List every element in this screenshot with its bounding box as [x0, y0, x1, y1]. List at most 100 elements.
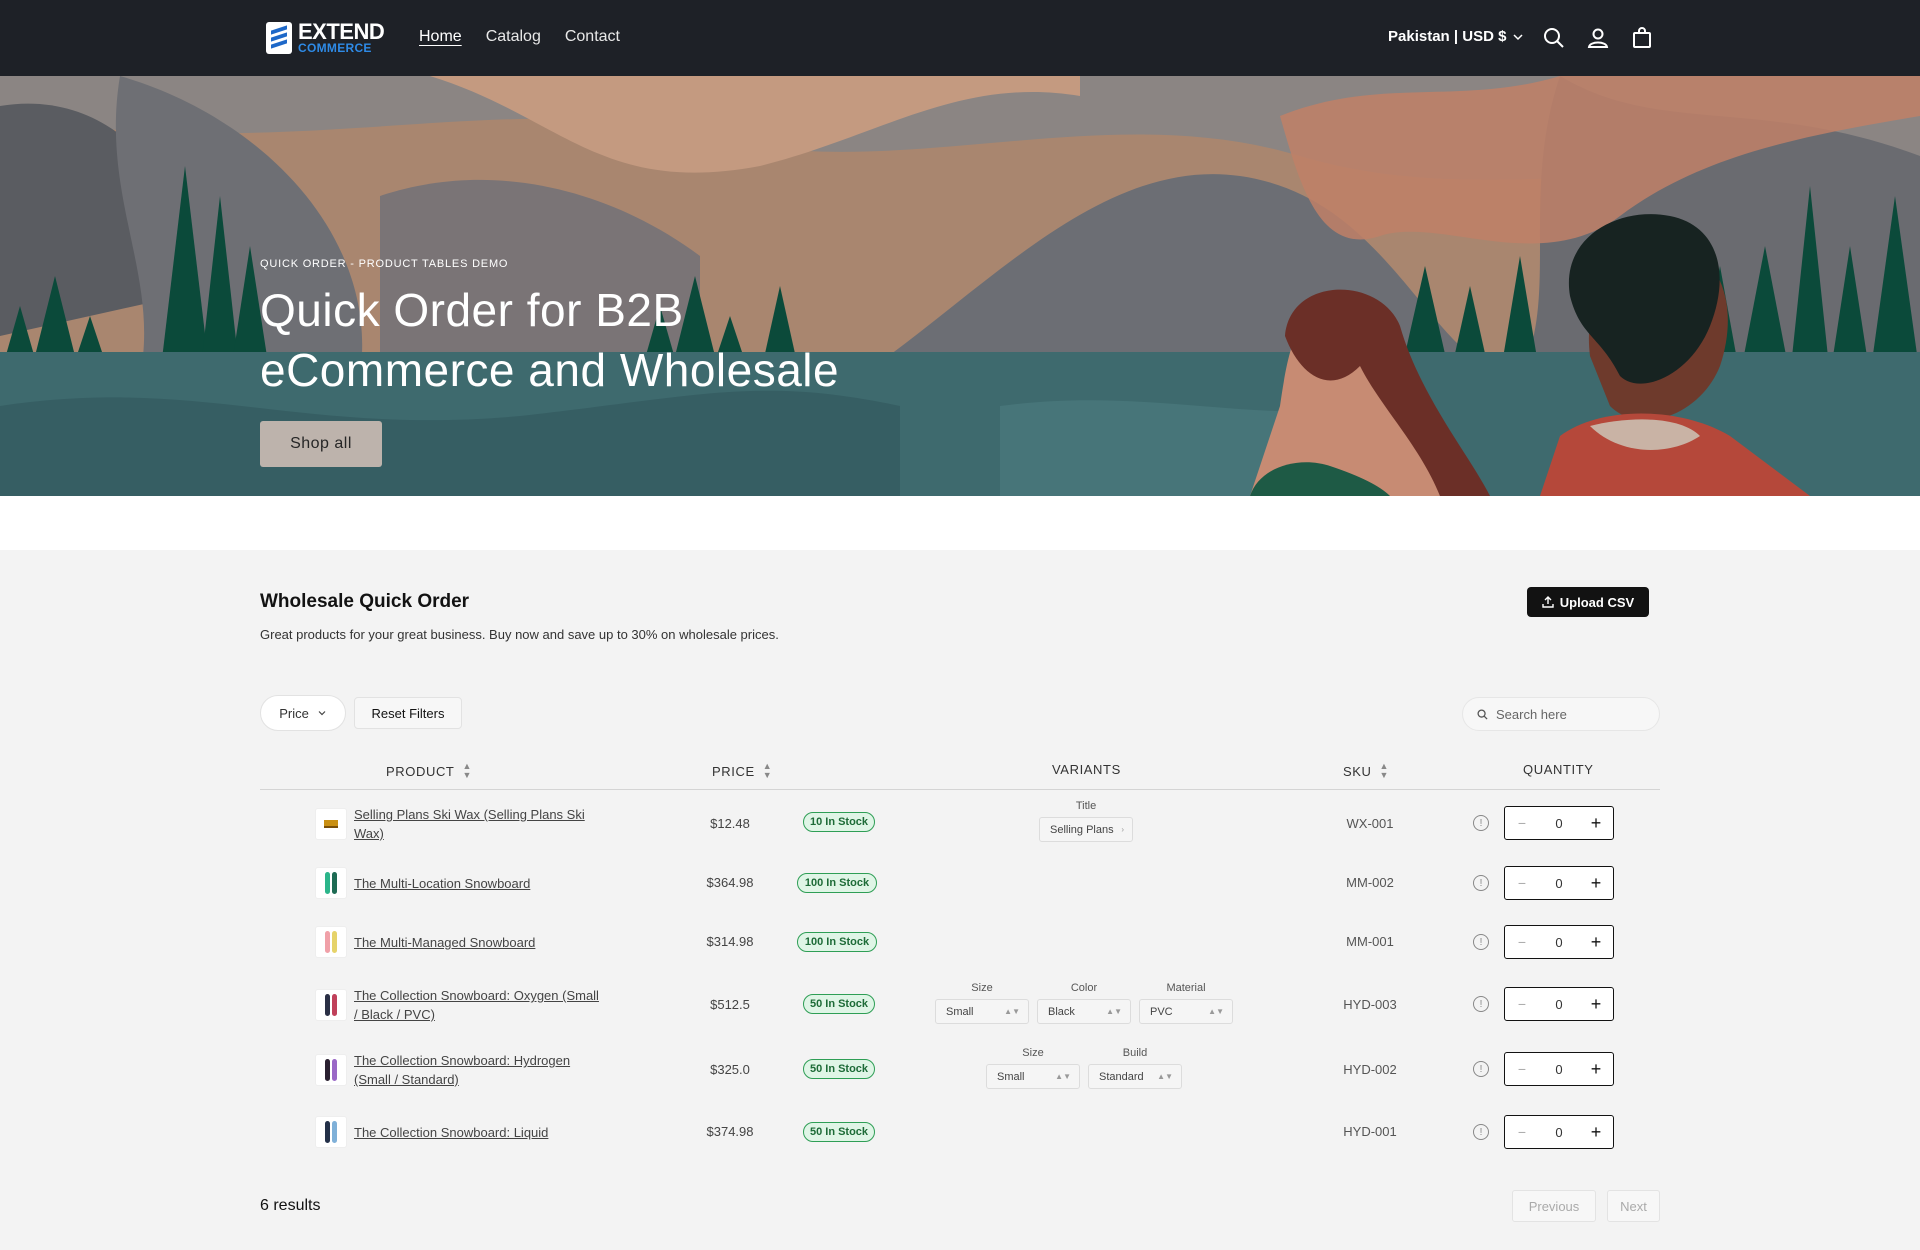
variant-select[interactable]: Small ▲▼	[986, 1064, 1080, 1089]
hero-title-line2: eCommerce and Wholesale	[260, 344, 840, 396]
table-row: The Collection Snowboard: Hydrogen (Smal…	[260, 1045, 1660, 1095]
next-page-button[interactable]: Next	[1607, 1190, 1660, 1222]
product-price: $325.0	[710, 1062, 750, 1077]
increment-button[interactable]: +	[1589, 1059, 1603, 1080]
quantity-stepper: − 0 +	[1504, 1115, 1614, 1149]
column-product[interactable]: PRODUCT ▲ ▼	[386, 762, 472, 780]
nav-home[interactable]: Home	[419, 28, 462, 46]
chevron-down-icon	[318, 711, 326, 716]
variant-value: Standard	[1099, 1070, 1144, 1083]
increment-button[interactable]: +	[1589, 873, 1603, 894]
sort-icon: ▲ ▼	[1379, 761, 1390, 780]
shop-all-button[interactable]: Shop all	[260, 421, 382, 467]
info-icon[interactable]: !	[1473, 1124, 1489, 1140]
variant-material: Material PVC ▲▼	[1139, 982, 1233, 1024]
hero-banner: QUICK ORDER - PRODUCT TABLES DEMO Quick …	[0, 76, 1920, 496]
variant-size: Size Small ▲▼	[986, 1047, 1080, 1089]
variant-select[interactable]: PVC ▲▼	[1139, 999, 1233, 1024]
variant-select[interactable]: Black ▲▼	[1037, 999, 1131, 1024]
decrement-button[interactable]: −	[1515, 1061, 1529, 1077]
chevron-icon: ▲▼	[1004, 1007, 1020, 1016]
price-filter-dropdown[interactable]: Price	[260, 695, 346, 731]
variant-title: Title Selling Plans ›	[1039, 800, 1133, 842]
product-sku: HYD-002	[1343, 1062, 1397, 1077]
stock-badge: 10 In Stock	[803, 812, 875, 832]
column-quantity-label: QUANTITY	[1523, 762, 1594, 777]
product-thumbnail	[315, 989, 347, 1021]
variant-select[interactable]: Standard ▲▼	[1088, 1064, 1182, 1089]
quantity-value[interactable]: 0	[1555, 935, 1562, 950]
decrement-button[interactable]: −	[1515, 934, 1529, 950]
quantity-value[interactable]: 0	[1555, 997, 1562, 1012]
column-price[interactable]: PRICE ▲ ▼	[712, 762, 772, 780]
upload-csv-label: Upload CSV	[1559, 594, 1635, 610]
column-sku[interactable]: SKU ▲ ▼	[1343, 762, 1389, 780]
product-link[interactable]: The Multi-Location Snowboard	[354, 874, 604, 893]
hero-title-line1: Quick Order for B2B	[260, 284, 684, 336]
nav-contact[interactable]: Contact	[565, 28, 620, 46]
variant-value: Selling Plans	[1050, 823, 1114, 836]
info-icon[interactable]: !	[1473, 1061, 1489, 1077]
increment-button[interactable]: +	[1589, 1122, 1603, 1143]
info-icon[interactable]: !	[1473, 934, 1489, 950]
quantity-value[interactable]: 0	[1555, 1062, 1562, 1077]
variant-select[interactable]: Selling Plans ›	[1039, 817, 1133, 842]
decrement-button[interactable]: −	[1515, 996, 1529, 1012]
product-price: $12.48	[710, 816, 750, 831]
variant-label: Build	[1122, 1047, 1148, 1059]
search-input[interactable]	[1496, 706, 1646, 722]
product-link[interactable]: Selling Plans Ski Wax (Selling Plans Ski…	[354, 805, 604, 843]
stock-badge: 50 In Stock	[803, 1059, 875, 1079]
decrement-button[interactable]: −	[1515, 875, 1529, 891]
stock-badge: 50 In Stock	[803, 994, 875, 1014]
table-header: PRODUCT ▲ ▼ PRICE ▲ ▼ VARIANTS SKU ▲ ▼ QUANTIT…	[260, 756, 1660, 790]
column-sku-label: SKU	[1343, 763, 1372, 779]
price-filter-label: Price	[279, 705, 309, 721]
variant-color: Color Black ▲▼	[1037, 982, 1131, 1024]
info-icon[interactable]: !	[1473, 875, 1489, 891]
variant-value: Small	[997, 1070, 1025, 1083]
quantity-stepper: − 0 +	[1504, 806, 1614, 840]
logo[interactable]: EXTEND COMMERCE	[266, 21, 385, 54]
nav-catalog[interactable]: Catalog	[486, 28, 541, 46]
upload-icon	[1542, 596, 1554, 608]
product-link[interactable]: The Collection Snowboard: Liquid	[354, 1123, 604, 1142]
column-variants-label: VARIANTS	[1052, 762, 1121, 777]
product-thumbnail	[315, 808, 347, 840]
quantity-stepper: − 0 +	[1504, 987, 1614, 1021]
increment-button[interactable]: +	[1589, 994, 1603, 1015]
previous-page-button[interactable]: Previous	[1512, 1190, 1596, 1222]
product-thumbnail	[315, 867, 347, 899]
section-subtitle: Great products for your great business. …	[260, 627, 779, 642]
cart-icon[interactable]	[1630, 26, 1654, 50]
product-thumbnail	[315, 1054, 347, 1086]
account-icon[interactable]	[1586, 26, 1610, 50]
product-link[interactable]: The Collection Snowboard: Hydrogen (Smal…	[354, 1051, 604, 1089]
increment-button[interactable]: +	[1589, 932, 1603, 953]
divider-strip	[0, 496, 1920, 550]
variant-select[interactable]: Small ▲▼	[935, 999, 1029, 1024]
product-link[interactable]: The Multi-Managed Snowboard	[354, 933, 604, 952]
info-icon[interactable]: !	[1473, 815, 1489, 831]
upload-csv-button[interactable]: Upload CSV	[1527, 587, 1649, 617]
product-link[interactable]: The Collection Snowboard: Oxygen (Small …	[354, 986, 604, 1024]
quantity-stepper: − 0 +	[1504, 1052, 1614, 1086]
decrement-button[interactable]: −	[1515, 815, 1529, 831]
info-icon[interactable]: !	[1473, 996, 1489, 1012]
search-icon[interactable]	[1542, 26, 1566, 50]
country-currency-selector[interactable]: Pakistan | USD $	[1388, 28, 1524, 45]
increment-button[interactable]: +	[1589, 813, 1603, 834]
decrement-button[interactable]: −	[1515, 1124, 1529, 1140]
hero-title: Quick Order for B2B eCommerce and Wholes…	[260, 280, 960, 400]
stock-badge: 50 In Stock	[803, 1122, 875, 1142]
reset-filters-button[interactable]: Reset Filters	[354, 697, 462, 729]
quantity-value[interactable]: 0	[1555, 1125, 1562, 1140]
product-sku: MM-002	[1346, 875, 1394, 890]
variant-value: Black	[1048, 1005, 1075, 1018]
quantity-value[interactable]: 0	[1555, 876, 1562, 891]
quantity-stepper: − 0 +	[1504, 866, 1614, 900]
stock-badge: 100 In Stock	[797, 932, 877, 952]
quantity-value[interactable]: 0	[1555, 816, 1562, 831]
quantity-stepper: − 0 +	[1504, 925, 1614, 959]
product-price: $374.98	[706, 1124, 754, 1139]
